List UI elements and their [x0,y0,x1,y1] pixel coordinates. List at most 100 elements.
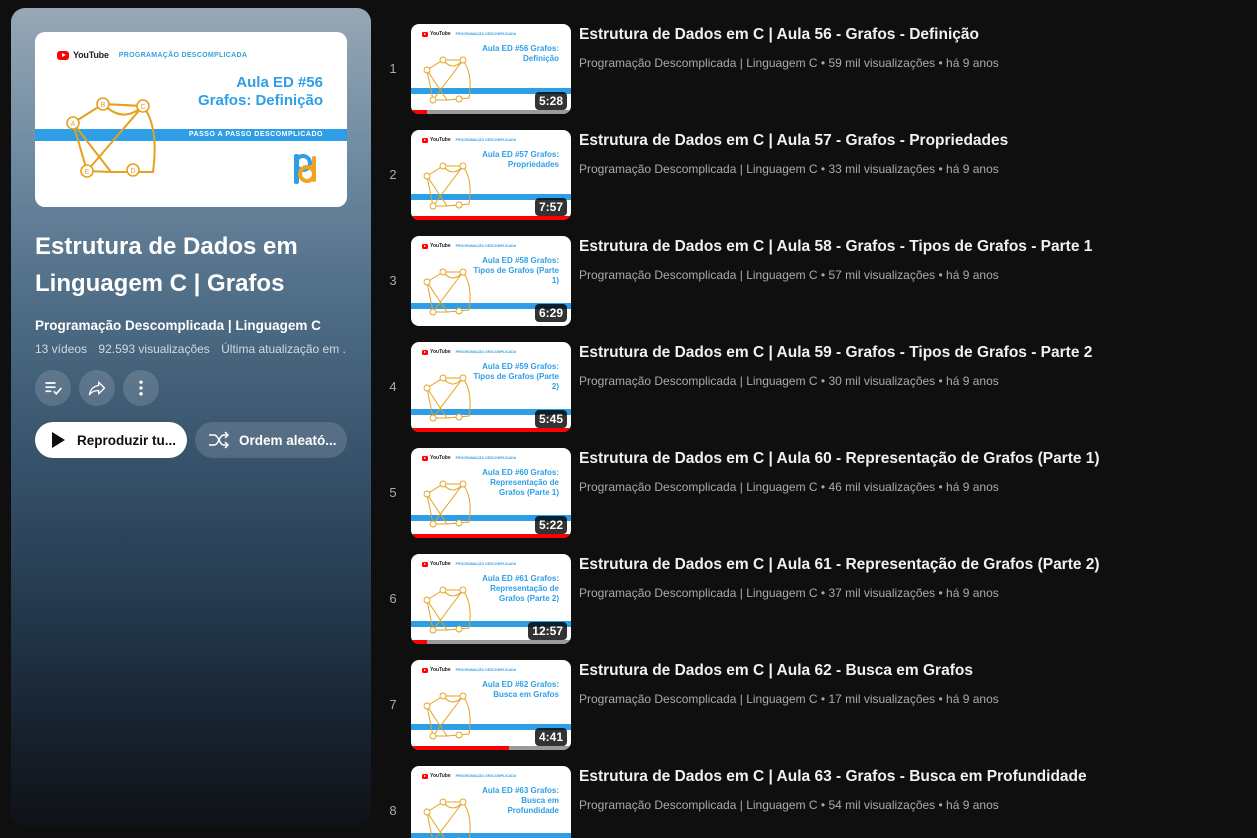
video-title-link[interactable]: Estrutura de Dados em C | Aula 63 - Graf… [579,768,1087,786]
video-index: 8 [389,803,397,818]
video-thumbnail[interactable]: YouTube PROGRAMAÇÃO DESCOMPLICADA Aula E… [411,236,571,326]
playlist-meta: 13 vídeos 92.593 visualizações Última at… [35,342,347,356]
graph-node-label: E [85,169,90,176]
playlist-video-row[interactable]: 2 YouTube PROGRAMAÇÃO DESCOMPLICADA Aula… [380,130,1240,236]
cover-brand-youtube: YouTube [73,50,109,60]
thumbnail-brand-text: YouTube [430,137,451,143]
thumbnail-brand: YouTube PROGRAMAÇÃO DESCOMPLICADA [422,31,516,37]
share-icon [88,381,106,396]
video-stats-text: 46 mil visualizações • há 9 anos [828,480,999,494]
video-stats-text: 30 mil visualizações • há 9 anos [828,374,999,388]
video-thumbnail[interactable]: YouTube PROGRAMAÇÃO DESCOMPLICADA Aula E… [411,342,571,432]
playlist-title: Estrutura de Dados em Linguagem C | Graf… [35,233,298,297]
thumbnail-channel-text: PROGRAMAÇÃO DESCOMPLICADA [455,244,517,248]
youtube-logo-icon [422,137,428,143]
play-all-button[interactable]: Reproduzir tu... [35,422,187,458]
playlist-video-row[interactable]: 8 YouTube PROGRAMAÇÃO DESCOMPLICADA Aula… [380,766,1240,838]
graph-thumbnail-icon [423,586,471,634]
video-thumbnail[interactable]: YouTube PROGRAMAÇÃO DESCOMPLICADA Aula E… [411,130,571,220]
watch-progress-track [411,640,571,644]
playlist-video-row[interactable]: 7 YouTube PROGRAMAÇÃO DESCOMPLICADA Aula… [380,660,1240,766]
playlist-video-row[interactable]: 4 YouTube PROGRAMAÇÃO DESCOMPLICADA Aula… [380,342,1240,448]
video-title-link[interactable]: Estrutura de Dados em C | Aula 56 - Graf… [579,26,979,44]
playlist-video-row[interactable]: 3 YouTube PROGRAMAÇÃO DESCOMPLICADA Aula… [380,236,1240,342]
thumbnail-brand: YouTube PROGRAMAÇÃO DESCOMPLICADA [422,243,516,249]
video-channel-link[interactable]: Programação Descomplicada | Linguagem C [579,268,818,282]
video-thumbnail[interactable]: YouTube PROGRAMAÇÃO DESCOMPLICADA Aula E… [411,554,571,644]
thumbnail-channel-text: PROGRAMAÇÃO DESCOMPLICADA [455,350,517,354]
playlist-video-row[interactable]: 5 YouTube PROGRAMAÇÃO DESCOMPLICADA Aula… [380,448,1240,554]
video-channel-link[interactable]: Programação Descomplicada | Linguagem C [579,56,818,70]
thumbnail-brand-text: YouTube [430,455,451,461]
playlist-video-row[interactable]: 1 YouTube PROGRAMAÇÃO DESCOMPLICADA Aula… [380,24,1240,130]
video-channel-link[interactable]: Programação Descomplicada | Linguagem C [579,480,818,494]
video-title-link[interactable]: Estrutura de Dados em C | Aula 62 - Busc… [579,662,973,680]
last-updated: Última atualização em ... [221,342,347,356]
video-thumbnail[interactable]: YouTube PROGRAMAÇÃO DESCOMPLICADA Aula E… [411,766,571,838]
youtube-logo-icon [422,31,428,37]
pd-logo-icon [294,154,316,184]
video-stats-text: 37 mil visualizações • há 9 anos [828,586,999,600]
video-meta: Programação Descomplicada | Linguagem C … [579,56,999,70]
video-duration: 4:41 [534,728,567,746]
graph-node-label: D [130,168,135,175]
graph-thumbnail-icon [423,374,471,422]
cover-brand-channel: PROGRAMAÇÃO DESCOMPLICADA [118,51,248,59]
video-index: 3 [389,273,397,288]
playlist-video-row[interactable]: 6 YouTube PROGRAMAÇÃO DESCOMPLICADA Aula… [380,554,1240,660]
save-playlist-button[interactable] [35,370,71,406]
play-all-label: Reproduzir tu... [77,432,176,448]
graph-node-label: C [140,104,145,111]
video-title-link[interactable]: Estrutura de Dados em C | Aula 57 - Graf… [579,132,1008,150]
graph-thumbnail-icon [423,692,471,740]
more-vert-icon [139,380,143,396]
video-duration: 6:29 [534,304,567,322]
video-index: 7 [389,697,397,712]
video-title-link[interactable]: Estrutura de Dados em C | Aula 58 - Graf… [579,238,1092,256]
video-title-link[interactable]: Estrutura de Dados em C | Aula 59 - Graf… [579,344,1092,362]
playlist-cover-image[interactable]: YouTube PROGRAMAÇÃO DESCOMPLICADA Aula E… [35,32,347,207]
video-thumbnail[interactable]: YouTube PROGRAMAÇÃO DESCOMPLICADA Aula E… [411,660,571,750]
video-index: 6 [389,591,397,606]
video-thumbnail[interactable]: YouTube PROGRAMAÇÃO DESCOMPLICADA Aula E… [411,448,571,538]
video-meta: Programação Descomplicada | Linguagem C … [579,798,999,812]
youtube-logo-icon [422,349,428,355]
video-stats-text: 54 mil visualizações • há 9 anos [828,798,999,812]
thumbnail-channel-text: PROGRAMAÇÃO DESCOMPLICADA [455,774,517,778]
video-meta: Programação Descomplicada | Linguagem C … [579,162,999,176]
video-duration: 5:22 [534,516,567,534]
video-channel-link[interactable]: Programação Descomplicada | Linguagem C [579,798,818,812]
cover-brand: YouTube PROGRAMAÇÃO DESCOMPLICADA [57,50,247,60]
video-title-link[interactable]: Estrutura de Dados em C | Aula 60 - Repr… [579,450,1100,468]
shuffle-button[interactable]: Ordem aleató... [195,422,347,458]
video-count: 13 vídeos [35,342,88,356]
more-actions-button[interactable] [123,370,159,406]
watch-progress-track [411,110,571,114]
video-channel-link[interactable]: Programação Descomplicada | Linguagem C [579,586,818,600]
thumbnail-brand-text: YouTube [430,773,451,779]
share-button[interactable] [79,370,115,406]
video-channel-link[interactable]: Programação Descomplicada | Linguagem C [579,374,818,388]
video-meta: Programação Descomplicada | Linguagem C … [579,374,999,388]
cover-stripe-text: PASSO A PASSO DESCOMPLICADO [188,131,323,138]
video-thumbnail[interactable]: YouTube PROGRAMAÇÃO DESCOMPLICADA Aula E… [411,24,571,114]
thumbnail-brand-text: YouTube [430,243,451,249]
youtube-logo-icon [422,773,428,779]
video-channel-link[interactable]: Programação Descomplicada | Linguagem C [579,162,818,176]
thumbnail-brand-text: YouTube [430,31,451,37]
graph-thumbnail-icon [423,798,471,838]
video-stats-text: 57 mil visualizações • há 9 anos [828,268,999,282]
play-icon [52,432,65,448]
playlist-owner-link[interactable]: Programação Descomplicada | Linguagem C [35,318,321,333]
video-channel-link[interactable]: Programação Descomplicada | Linguagem C [579,692,818,706]
graph-thumbnail-icon [423,268,471,316]
graph-thumbnail-icon [423,162,471,210]
watch-progress-bar [411,110,427,114]
thumbnail-brand-text: YouTube [430,349,451,355]
video-title-link[interactable]: Estrutura de Dados em C | Aula 61 - Repr… [579,556,1100,574]
thumbnail-brand-text: YouTube [430,667,451,673]
video-meta: Programação Descomplicada | Linguagem C … [579,268,999,282]
cover-title-line1: Aula ED #56 [236,74,323,91]
thumbnail-channel-text: PROGRAMAÇÃO DESCOMPLICADA [455,456,517,460]
video-meta: Programação Descomplicada | Linguagem C … [579,480,999,494]
